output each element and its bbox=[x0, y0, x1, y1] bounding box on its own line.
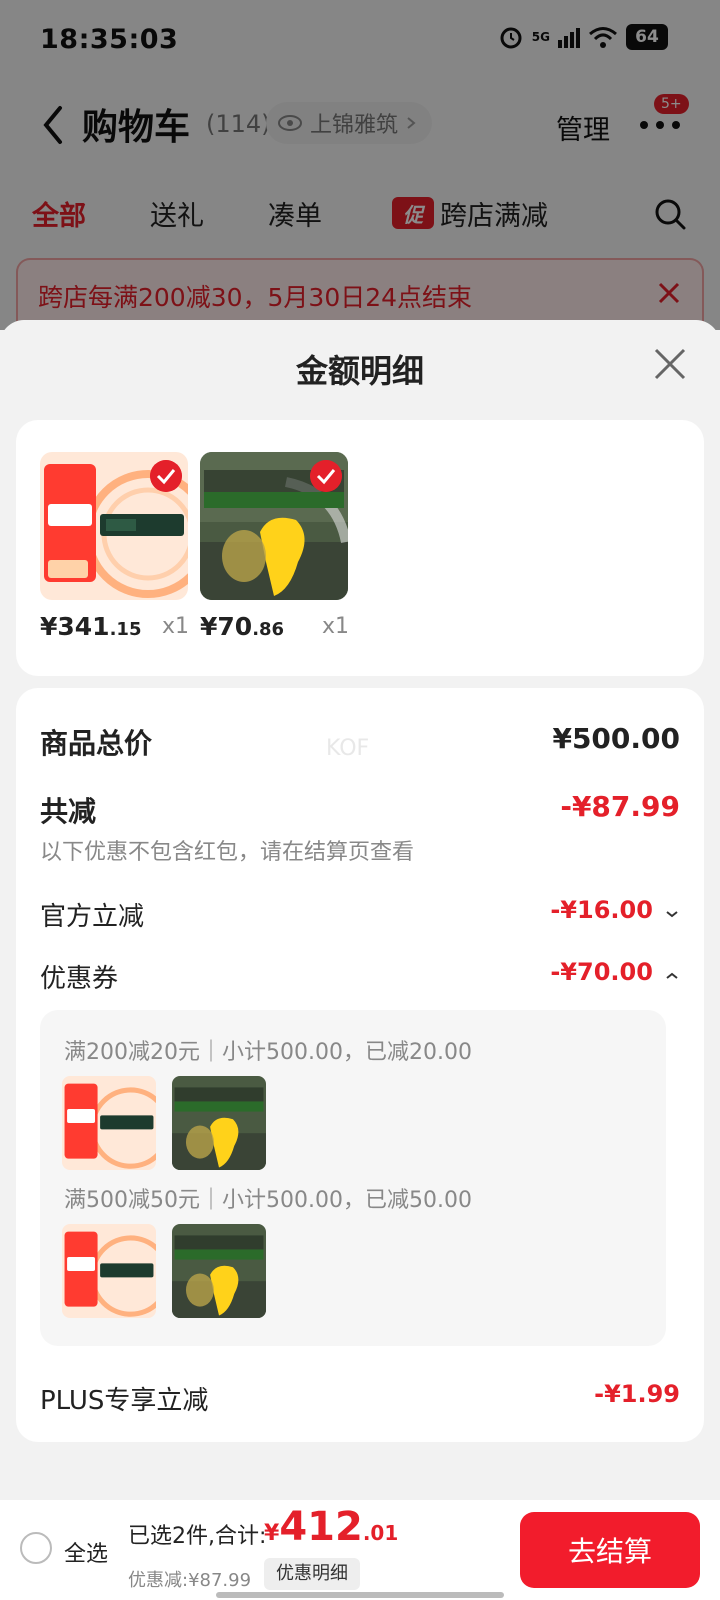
total-discount-label: 共减 bbox=[40, 795, 97, 828]
selected-products-card: ¥341.15 x1 ¥70.86 x1 bbox=[16, 420, 704, 676]
check-icon bbox=[150, 460, 182, 492]
product-quantity: x1 bbox=[162, 614, 190, 639]
product-image-socket-cover bbox=[200, 452, 348, 600]
official-discount-row[interactable]: 官方立减 -¥16.00 bbox=[40, 896, 680, 932]
chevron-up-icon bbox=[666, 972, 678, 979]
coupon-line: 满200减20元｜小计500.00，已减20.00 bbox=[64, 1040, 472, 1065]
coupon-product-thumb-ssd bbox=[62, 1076, 156, 1170]
product-total-row: 商品总价 ¥500.00 bbox=[40, 722, 680, 762]
checkout-bar: 全选 已选2件,合计: ¥412.01 优惠减:¥87.99 优惠明细 去结算 bbox=[0, 1500, 720, 1600]
coupon-product-thumb-socket bbox=[172, 1224, 266, 1318]
official-discount-value-wrap: -¥16.00 bbox=[550, 896, 680, 924]
discount-detail-button[interactable]: 优惠明细 bbox=[264, 1558, 360, 1590]
product-total-label: 商品总价 bbox=[40, 727, 153, 760]
price-decimal: .15 bbox=[109, 619, 142, 640]
coupon-product-thumb-ssd bbox=[62, 1224, 156, 1318]
coupon-row[interactable]: 优惠券 -¥70.00 bbox=[40, 958, 680, 994]
total-integer: 412 bbox=[279, 1504, 363, 1550]
coupon-value-wrap: -¥70.00 bbox=[550, 958, 680, 986]
select-all-label[interactable]: 全选 bbox=[64, 1536, 108, 1568]
official-discount-label: 官方立减 bbox=[40, 902, 145, 932]
select-all-radio[interactable] bbox=[20, 1532, 52, 1564]
product-price: ¥341.15 bbox=[40, 612, 141, 641]
coupon-product-thumb-socket bbox=[172, 1076, 266, 1170]
total-amount: ¥412.01 bbox=[264, 1504, 398, 1550]
amount-detail-sheet: 金额明细 ¥341.15 x1 ¥70.86 x1 KOF 商品总价 ¥500.… bbox=[0, 320, 720, 1500]
total-discount-row: 共减 -¥87.99 bbox=[40, 790, 680, 830]
price-integer: ¥70 bbox=[200, 612, 253, 641]
modal-overlay[interactable] bbox=[0, 0, 720, 330]
product-total-value: ¥500.00 bbox=[552, 722, 680, 755]
close-icon[interactable] bbox=[654, 348, 686, 380]
coupon-value: -¥70.00 bbox=[550, 958, 653, 986]
plus-discount-row: PLUS专享立减 -¥1.99 bbox=[40, 1380, 680, 1416]
chevron-down-icon bbox=[666, 910, 678, 917]
discount-note: 以下优惠不包含红包，请在结算页查看 bbox=[40, 840, 415, 865]
check-icon bbox=[310, 460, 342, 492]
price-integer: ¥341 bbox=[40, 612, 110, 641]
amount-detail-card: KOF 商品总价 ¥500.00 共减 -¥87.99 以下优惠不包含红包，请在… bbox=[16, 688, 704, 1442]
product-image-ssd bbox=[40, 452, 188, 600]
official-discount-value: -¥16.00 bbox=[550, 896, 653, 924]
plus-discount-label: PLUS专享立减 bbox=[40, 1386, 209, 1416]
plus-discount-value: -¥1.99 bbox=[594, 1380, 680, 1408]
total-discount-value: -¥87.99 bbox=[560, 790, 680, 823]
sheet-title: 金额明细 bbox=[295, 352, 424, 390]
total-decimal: .01 bbox=[362, 1521, 399, 1545]
product-quantity: x1 bbox=[322, 614, 350, 639]
selected-summary: 已选2件,合计: bbox=[128, 1524, 267, 1549]
checkout-button[interactable]: 去结算 bbox=[520, 1512, 700, 1588]
coupon-label: 优惠券 bbox=[40, 964, 119, 994]
price-decimal: .86 bbox=[252, 619, 285, 640]
coupon-breakdown: 满200减20元｜小计500.00，已减20.00 满500减50元｜小计500… bbox=[40, 1010, 666, 1346]
coupon-line: 满500减50元｜小计500.00，已减50.00 bbox=[64, 1188, 472, 1213]
home-indicator bbox=[216, 1592, 504, 1598]
product-price: ¥70.86 bbox=[200, 612, 284, 641]
discount-amount-text: 优惠减:¥87.99 bbox=[128, 1570, 252, 1591]
total-currency: ¥ bbox=[264, 1521, 280, 1546]
